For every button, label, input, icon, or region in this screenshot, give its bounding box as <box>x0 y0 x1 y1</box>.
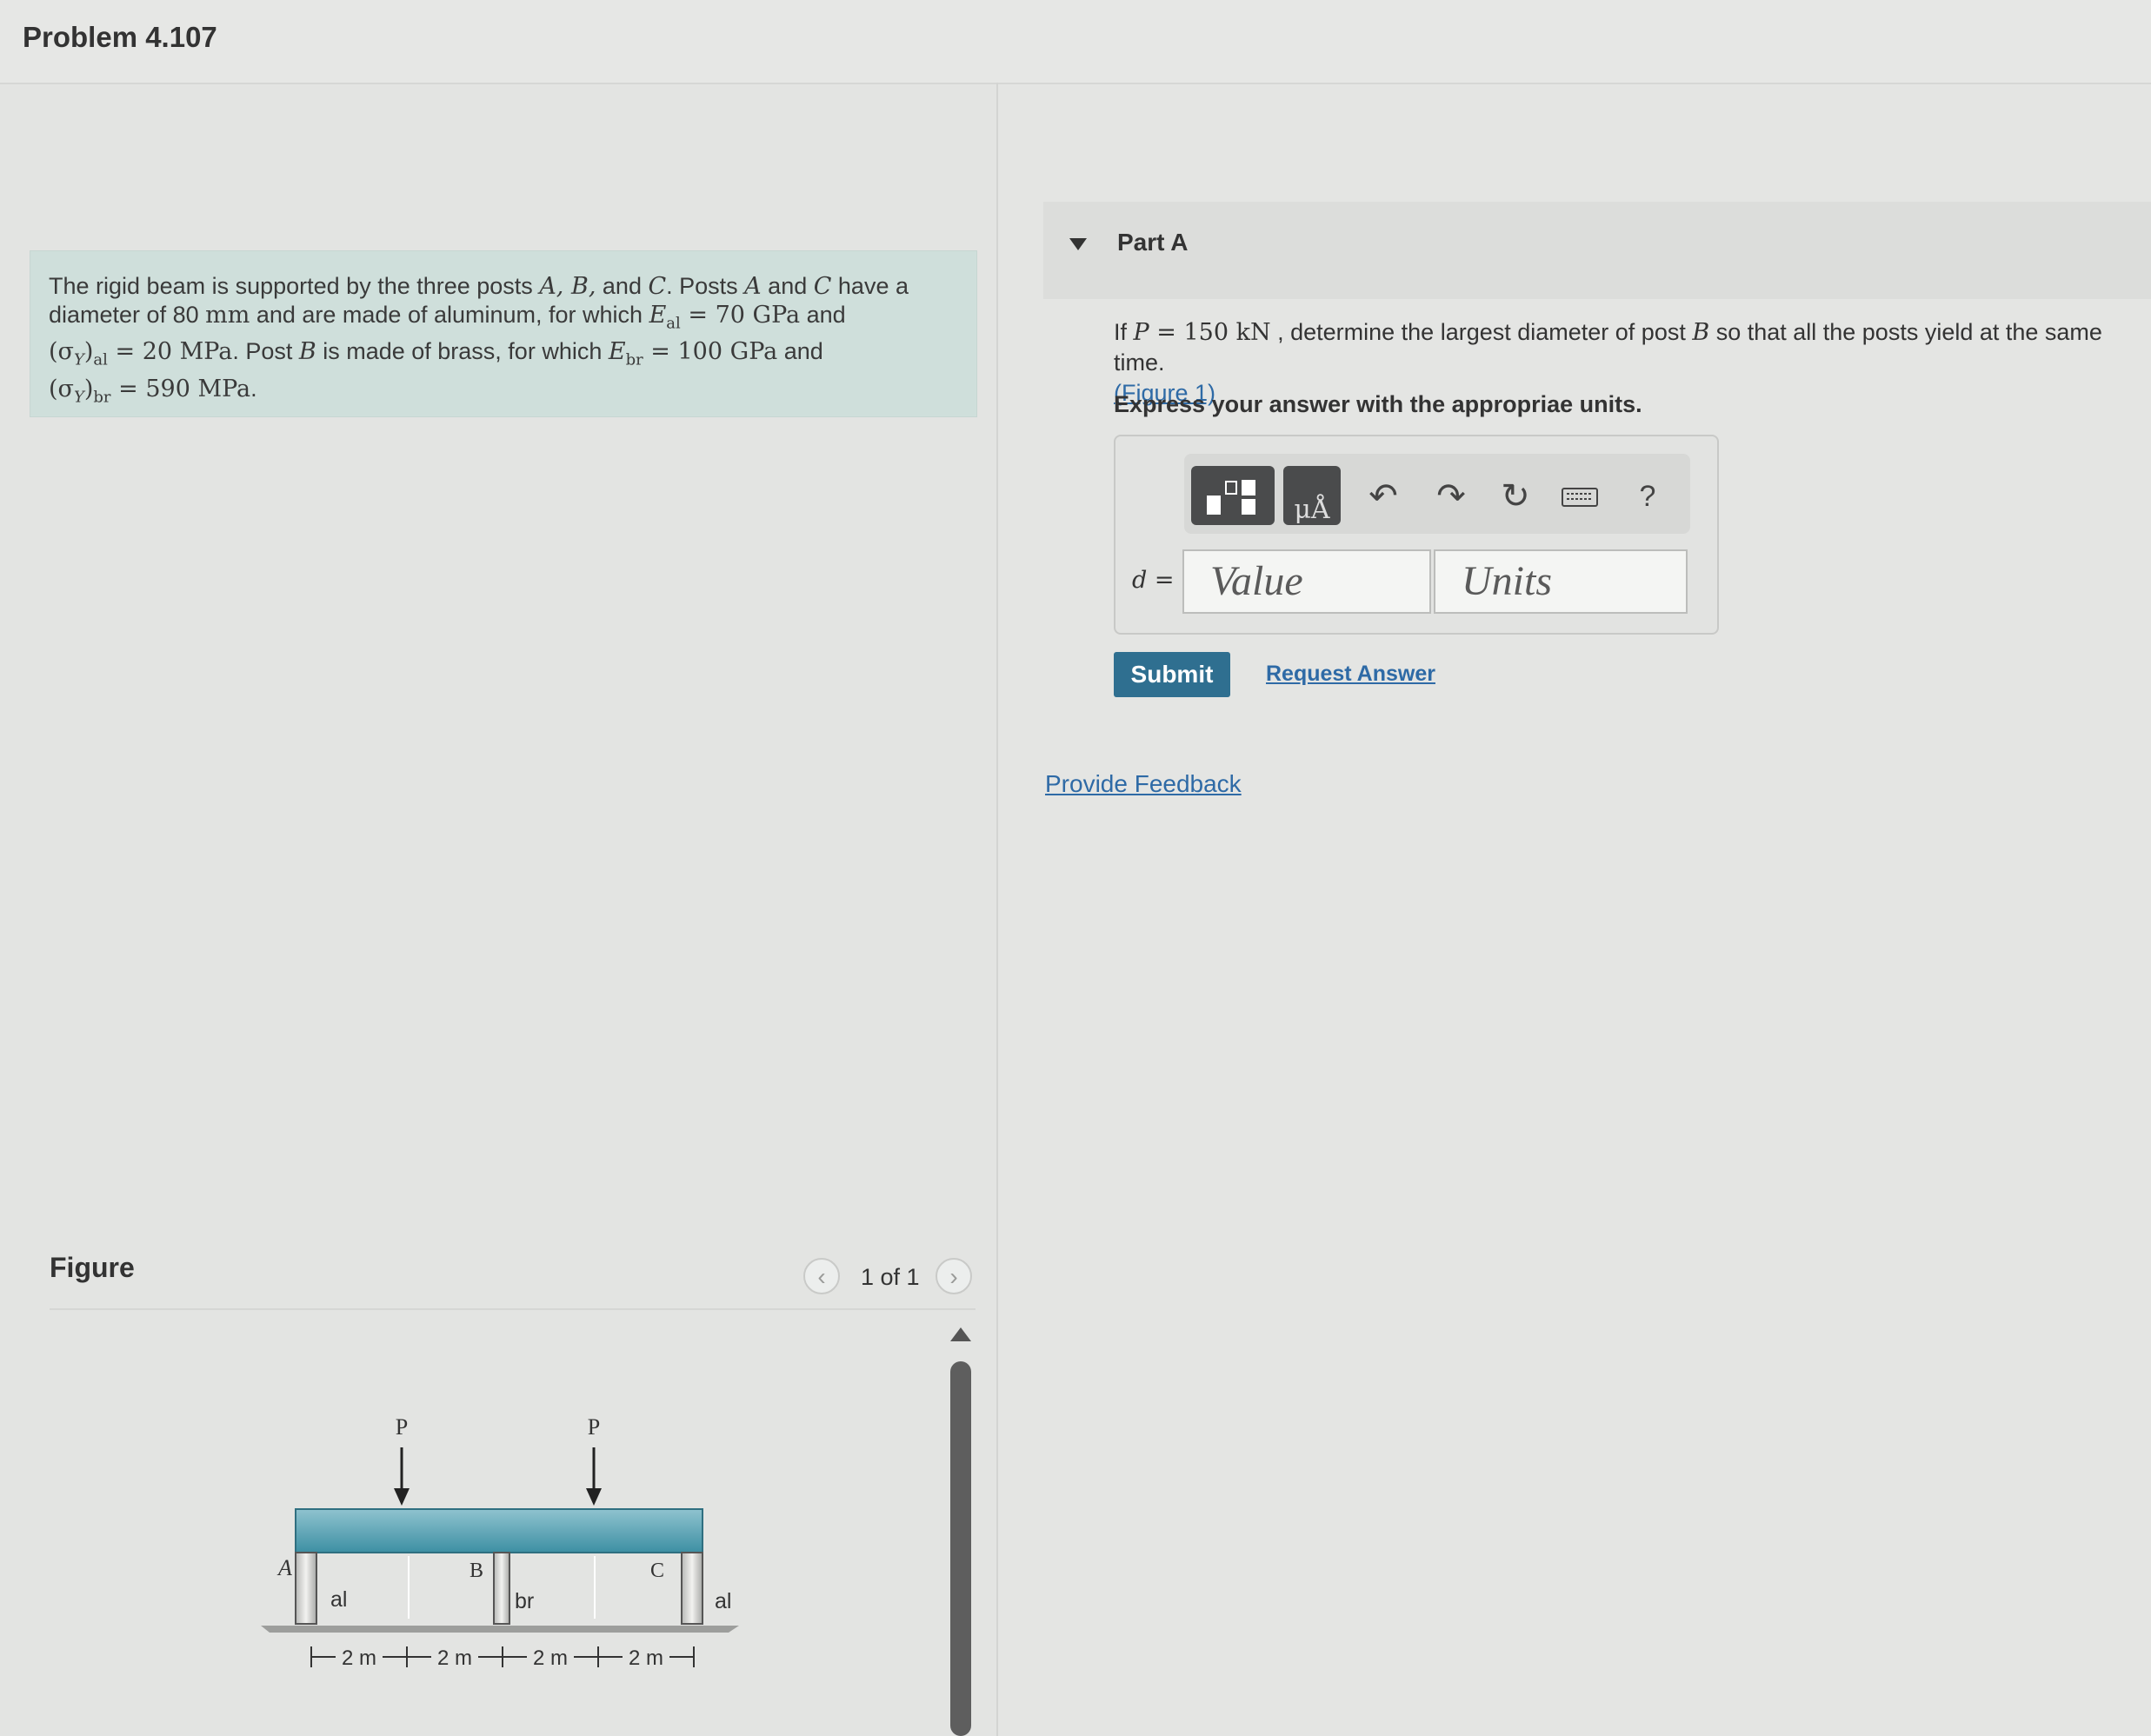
dimension-label-4: 2 m <box>629 1646 663 1670</box>
material-label-al-left: al <box>330 1587 347 1612</box>
units-icon: μÅ <box>1294 494 1329 525</box>
help-icon[interactable]: ? <box>1626 475 1669 518</box>
post-label-a: A <box>276 1555 292 1580</box>
instruction-text: Express your answer with the appropriae … <box>1114 391 1642 417</box>
load-label-p2: P <box>588 1414 600 1440</box>
post-label-b: B <box>469 1560 483 1582</box>
figure-divider <box>50 1308 976 1310</box>
material-label-al-right: al <box>715 1589 731 1613</box>
post-c <box>681 1552 703 1625</box>
part-a-title: Part A <box>1117 229 1189 256</box>
units-button[interactable]: μÅ <box>1283 466 1341 525</box>
ground <box>261 1626 739 1633</box>
svg-text:μÅ: μÅ <box>1294 494 1329 525</box>
load-arrowhead-p2 <box>586 1488 602 1506</box>
request-answer-link[interactable]: Request Answer <box>1266 662 1435 687</box>
value-input[interactable]: Value <box>1182 549 1431 614</box>
scroll-up-arrow-icon[interactable] <box>950 1327 971 1341</box>
collapse-triangle-icon[interactable] <box>1069 238 1087 250</box>
figure-pager-count: 1 of 1 <box>861 1264 920 1290</box>
submit-button[interactable]: Submit <box>1114 652 1230 697</box>
rigid-beam <box>295 1508 703 1553</box>
title-bar <box>0 0 2151 84</box>
units-input[interactable]: Units <box>1434 549 1688 614</box>
dimension-label-1: 2 m <box>342 1646 376 1670</box>
next-figure-button[interactable]: › <box>936 1258 972 1294</box>
beam-figure: P P A B C al br al 2 m 2 m 2 m 2 m <box>261 1414 739 1670</box>
material-label-br: br <box>515 1589 534 1613</box>
dimension-label-2: 2 m <box>437 1646 472 1670</box>
prev-figure-button[interactable]: ‹ <box>803 1258 840 1294</box>
figure-label: Figure <box>50 1252 135 1283</box>
reset-icon[interactable]: ↻ <box>1494 475 1537 518</box>
page-title: Problem 4.107 <box>23 21 217 53</box>
load-label-p1: P <box>396 1414 408 1440</box>
part-a-header[interactable] <box>1043 202 2151 299</box>
redo-icon[interactable]: ↷ <box>1429 475 1473 518</box>
template-button[interactable] <box>1191 466 1275 525</box>
variable-label: d = <box>1132 567 1175 594</box>
chevron-right-icon: › <box>949 1263 958 1290</box>
chevron-left-icon: ‹ <box>817 1263 826 1290</box>
load-arrowhead-p1 <box>394 1488 410 1506</box>
problem-statement: The rigid beam is supported by the three… <box>49 273 909 407</box>
provide-feedback-link[interactable]: Provide Feedback <box>1045 770 1242 798</box>
template-icon <box>1207 480 1255 515</box>
dimension-label-3: 2 m <box>533 1646 568 1670</box>
figure-scrollbar[interactable] <box>950 1361 971 1736</box>
panel-divider <box>996 83 998 1736</box>
keyboard-icon[interactable] <box>1558 475 1602 518</box>
undo-icon[interactable]: ↶ <box>1362 475 1405 518</box>
post-a <box>295 1552 317 1625</box>
post-label-c: C <box>650 1560 664 1582</box>
post-b <box>493 1552 510 1625</box>
